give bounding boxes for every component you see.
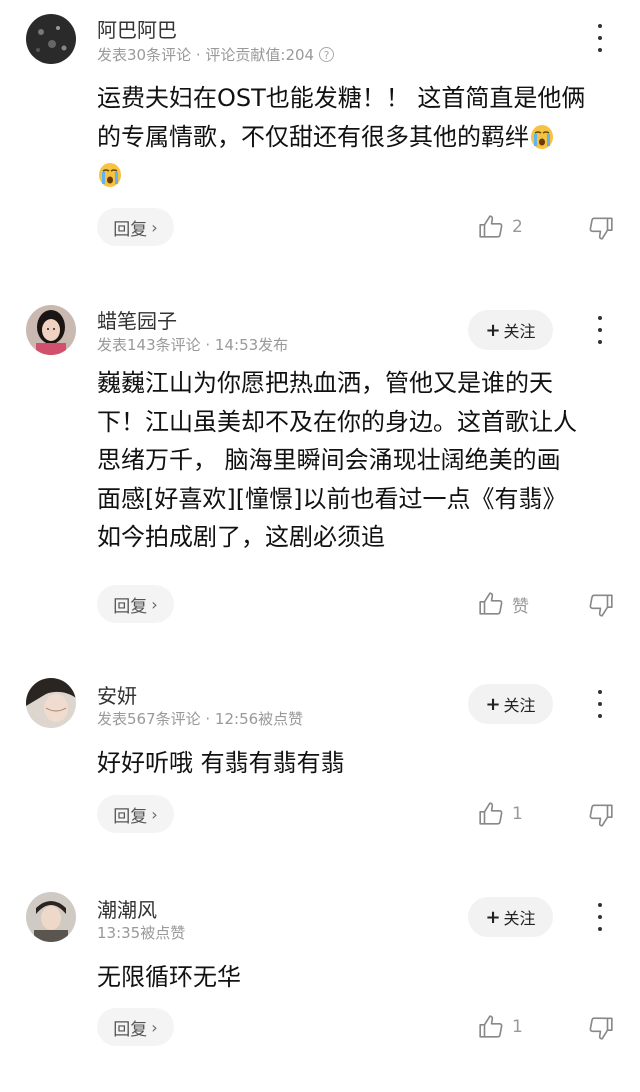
comment-text: 巍巍江山为你愿把热血洒，管他又是谁的天 下！江山虽美却不及在你的身边。这首歌让人…	[97, 369, 577, 551]
thumbs-up-icon	[479, 1015, 503, 1038]
comment-text: 运费夫妇在OST也能发糖！！ 这首简直是他俩 的专属情歌，不仅甜还有很多其他的羁…	[97, 79, 617, 195]
question-icon[interactable]: ?	[319, 47, 335, 62]
reply-button[interactable]: 回复 ›	[97, 208, 174, 246]
reply-button[interactable]: 回复 ›	[97, 1008, 174, 1046]
comment-meta: 发表567条评论 · 12:56被点赞	[97, 708, 303, 729]
like-button[interactable]: 赞	[478, 591, 529, 617]
more-options-button[interactable]	[590, 24, 610, 52]
plus-icon: +	[485, 693, 501, 715]
avatar[interactable]	[26, 892, 76, 942]
like-count: 1	[512, 1017, 523, 1037]
like-button[interactable]: 1	[478, 801, 523, 827]
thumbs-up-icon	[479, 592, 503, 615]
comment-meta: 13:35被点赞	[97, 922, 185, 943]
like-count: 1	[512, 804, 523, 824]
comment-text: 无限循环无华	[97, 963, 241, 991]
follow-button[interactable]: + 关注	[468, 684, 553, 724]
plus-icon: +	[485, 906, 501, 928]
follow-button[interactable]: + 关注	[468, 897, 553, 937]
user-name[interactable]: 安妍	[97, 680, 137, 709]
meta-text: 发表567条评论 · 12:56被点赞	[97, 710, 304, 728]
more-options-button[interactable]	[590, 690, 610, 718]
like-count: 2	[512, 217, 523, 237]
thumbs-down-icon[interactable]	[588, 592, 614, 618]
meta-text: 发表30条评论 · 评论贡献值:204	[97, 46, 315, 64]
user-name[interactable]: 阿巴阿巴	[97, 14, 177, 43]
crying-face-emoji-icon	[99, 163, 121, 187]
like-button[interactable]: 2	[478, 214, 523, 240]
avatar[interactable]	[26, 14, 76, 64]
thumbs-down-icon[interactable]	[588, 1015, 614, 1041]
meta-text: 发表143条评论 · 14:53发布	[97, 336, 289, 354]
comment-text: 好好听哦 有翡有翡有翡	[97, 749, 345, 777]
reply-button[interactable]: 回复 ›	[97, 795, 174, 833]
meta-text: 13:35被点赞	[97, 924, 186, 942]
user-name[interactable]: 蜡笔园子	[97, 305, 177, 334]
follow-button[interactable]: + 关注	[468, 310, 553, 350]
avatar[interactable]	[26, 305, 76, 355]
more-options-button[interactable]	[590, 903, 610, 931]
thumbs-up-icon	[479, 215, 503, 238]
more-options-button[interactable]	[590, 316, 610, 344]
plus-icon: +	[485, 319, 501, 341]
thumbs-down-icon[interactable]	[588, 802, 614, 828]
user-name[interactable]: 潮潮风	[97, 894, 157, 923]
comment-meta: 发表30条评论 · 评论贡献值:204 ?	[97, 44, 335, 65]
avatar[interactable]	[26, 678, 76, 728]
thumbs-up-icon	[479, 802, 503, 825]
like-button[interactable]: 1	[478, 1014, 523, 1040]
comment-meta: 发表143条评论 · 14:53发布	[97, 334, 288, 355]
crying-face-emoji-icon	[531, 124, 553, 149]
reply-button[interactable]: 回复 ›	[97, 585, 174, 623]
like-count: 赞	[512, 596, 529, 617]
thumbs-down-icon[interactable]	[588, 215, 614, 241]
